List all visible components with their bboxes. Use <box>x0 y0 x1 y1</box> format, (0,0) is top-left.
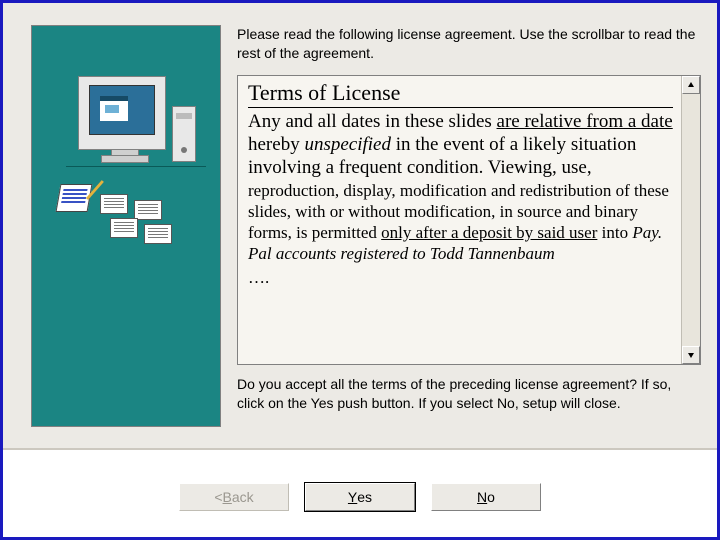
license-body-2: reproduction, display, modification and … <box>248 181 673 264</box>
sidebar-graphic-panel <box>31 25 221 427</box>
intro-text: Please read the following license agreem… <box>237 25 701 63</box>
chevron-up-icon <box>687 81 695 89</box>
no-button[interactable]: No <box>431 483 541 511</box>
back-button: < Back <box>179 483 289 511</box>
scrollbar[interactable] <box>681 76 701 364</box>
computer-graphic <box>56 76 196 236</box>
scroll-down-button[interactable] <box>682 346 700 364</box>
license-ellipsis: …. <box>248 268 673 288</box>
license-title: Terms of License <box>248 80 673 108</box>
installer-window: Please read the following license agreem… <box>0 0 720 540</box>
content-area: Please read the following license agreem… <box>237 25 701 434</box>
chevron-down-icon <box>687 351 695 359</box>
notepad-icon <box>56 184 93 212</box>
scroll-track[interactable] <box>682 94 700 346</box>
license-text: Terms of License Any and all dates in th… <box>238 76 681 364</box>
accept-prompt: Do you accept all the terms of the prece… <box>237 375 701 413</box>
tower-icon <box>172 106 196 162</box>
button-row: < Back Yes No <box>3 483 717 519</box>
license-agreement-box: Terms of License Any and all dates in th… <box>237 75 701 365</box>
scroll-up-button[interactable] <box>682 76 700 94</box>
license-body-1: Any and all dates in these slides are re… <box>248 110 673 180</box>
dialog-body: Please read the following license agreem… <box>3 3 717 450</box>
monitor-icon <box>78 76 166 150</box>
yes-button[interactable]: Yes <box>305 483 415 511</box>
